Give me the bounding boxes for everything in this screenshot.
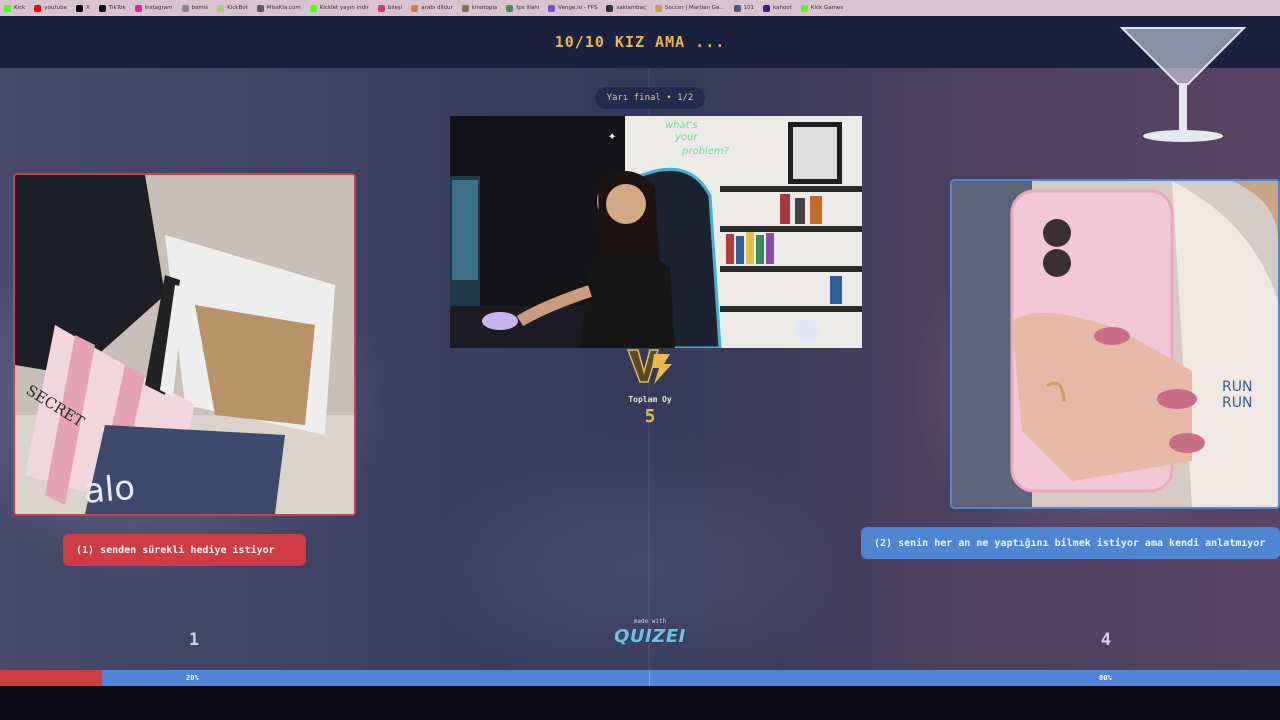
bookmark-item[interactable]: Kick Games <box>800 4 844 12</box>
bookmark-item[interactable]: KickBot <box>217 4 248 12</box>
option-label-left[interactable]: (1) senden sürekli hediye istiyor <box>63 534 306 566</box>
bookmark-label: Kick Games <box>810 5 844 11</box>
shirt-text-line-1: RUN <box>1222 379 1252 395</box>
bookmark-favicon-icon <box>181 4 189 12</box>
neon-sign-line-1: what's <box>665 120 698 131</box>
bookmark-favicon-icon <box>34 4 42 12</box>
vote-count-right: 4 <box>1100 630 1112 650</box>
bookmark-favicon-icon <box>309 4 317 12</box>
bookmarks-bar: Kick youtube X TikTok instagram bomis KickBot M… <box>0 0 1280 16</box>
bookmark-item[interactable]: X <box>75 4 90 12</box>
bookmark-label: TikTok <box>108 5 126 11</box>
bookmark-label: 101 <box>743 5 755 11</box>
total-votes-label: Toplam Oy <box>628 395 672 404</box>
neon-sign-line-2: your <box>674 132 698 143</box>
option-card-left[interactable]: SECRET alo <box>13 173 356 516</box>
bookmark-item[interactable]: 101 <box>733 4 755 12</box>
bookmark-item[interactable]: kinotopia <box>461 4 498 12</box>
vote-percent-left: 20% <box>186 674 199 682</box>
quizei-logo: QUIZEI <box>614 626 686 647</box>
bookmark-favicon-icon <box>75 4 83 12</box>
vote-bar-left <box>0 670 102 686</box>
bookmark-item[interactable]: Kick <box>4 4 26 12</box>
bookmark-label: instagram <box>144 5 173 11</box>
bookmark-label: KickBot <box>227 5 248 11</box>
shopping-bags-image: SECRET alo <box>15 175 354 514</box>
bookmark-label: Venge.io - FPS <box>558 5 598 11</box>
bookmark-favicon-icon <box>461 4 469 12</box>
vs-badge-icon <box>626 349 672 384</box>
bookmark-item[interactable]: fps illahi <box>506 4 540 12</box>
bookmark-item[interactable]: bomis <box>181 4 209 12</box>
bookmark-item[interactable]: arabı dildur <box>411 4 453 12</box>
bookmark-item[interactable]: MissKia.com <box>256 4 301 12</box>
option-card-right[interactable]: RUN RUN <box>950 179 1280 509</box>
bookmark-label: Kicklet yayın indir <box>319 5 369 11</box>
bookmark-item[interactable]: Kicklet yayın indir <box>309 4 369 12</box>
bag-text-alo: alo <box>82 468 136 512</box>
quiz-header: 10/10 KIZ AMA ... <box>0 16 1280 68</box>
bottom-strip <box>0 686 1280 720</box>
bookmark-label: arabı dildur <box>421 5 453 11</box>
bookmark-favicon-icon <box>655 4 663 12</box>
neon-sign-line-3: problem? <box>681 146 730 157</box>
bookmark-favicon-icon <box>506 4 514 12</box>
shirt-text-line-2: RUN <box>1222 395 1252 411</box>
bookmark-item[interactable]: TikTok <box>98 4 126 12</box>
bookmark-label: Soccer | Martian Ga... <box>665 5 725 11</box>
bookmark-favicon-icon <box>98 4 106 12</box>
bookmark-item[interactable]: Soccer | Martian Ga... <box>655 4 725 12</box>
bookmark-favicon-icon <box>606 4 614 12</box>
bookmark-label: bileşi <box>387 5 403 11</box>
bookmark-label: saklambaç <box>616 5 647 11</box>
vote-count-left: 1 <box>188 630 200 650</box>
bookmark-favicon-icon <box>4 4 11 12</box>
quiz-title: 10/10 KIZ AMA ... <box>554 33 726 51</box>
bookmark-favicon-icon <box>217 4 225 12</box>
bookmark-label: X <box>85 5 90 11</box>
webcam-overlay: what's your problem? ✦ <box>450 116 862 348</box>
bookmark-label: bomis <box>191 5 209 11</box>
bookmark-item[interactable]: bileşi <box>377 4 403 12</box>
bookmark-favicon-icon <box>548 4 556 12</box>
bookmark-favicon-icon <box>134 4 142 12</box>
bookmark-label: youtube <box>44 5 67 11</box>
bookmark-favicon-icon <box>256 4 264 12</box>
bookmark-label: Kick <box>14 5 26 11</box>
bookmark-favicon-icon <box>733 4 741 12</box>
progress-bar-divider <box>649 670 650 686</box>
total-votes-value: 5 <box>644 406 656 427</box>
vote-percent-right: 80% <box>1099 674 1112 682</box>
svg-text:✦: ✦ <box>608 128 617 144</box>
bookmark-item[interactable]: instagram <box>134 4 173 12</box>
bookmark-item[interactable]: Venge.io - FPS <box>548 4 598 12</box>
bookmark-favicon-icon <box>763 4 770 12</box>
bookmark-favicon-icon <box>411 4 419 12</box>
made-with-label: made with <box>633 618 667 625</box>
option-label-right[interactable]: (2) senin her an ne yaptığını bilmek ist… <box>861 527 1280 559</box>
round-indicator: Yarı final • 1/2 <box>595 87 705 109</box>
bookmark-item[interactable]: youtube <box>34 4 67 12</box>
bookmark-item[interactable]: kahoot <box>763 4 792 12</box>
bookmark-label: kinotopia <box>471 5 498 11</box>
bookmark-label: fps illahi <box>516 5 540 11</box>
pink-phone-image: RUN RUN <box>952 181 1278 507</box>
bookmark-label: MissKia.com <box>266 5 301 11</box>
bookmark-item[interactable]: saklambaç <box>606 4 647 12</box>
bookmark-favicon-icon <box>800 4 808 12</box>
bookmark-favicon-icon <box>377 4 385 12</box>
martini-glass-icon <box>1119 27 1247 142</box>
bookmark-label: kahoot <box>773 5 792 11</box>
